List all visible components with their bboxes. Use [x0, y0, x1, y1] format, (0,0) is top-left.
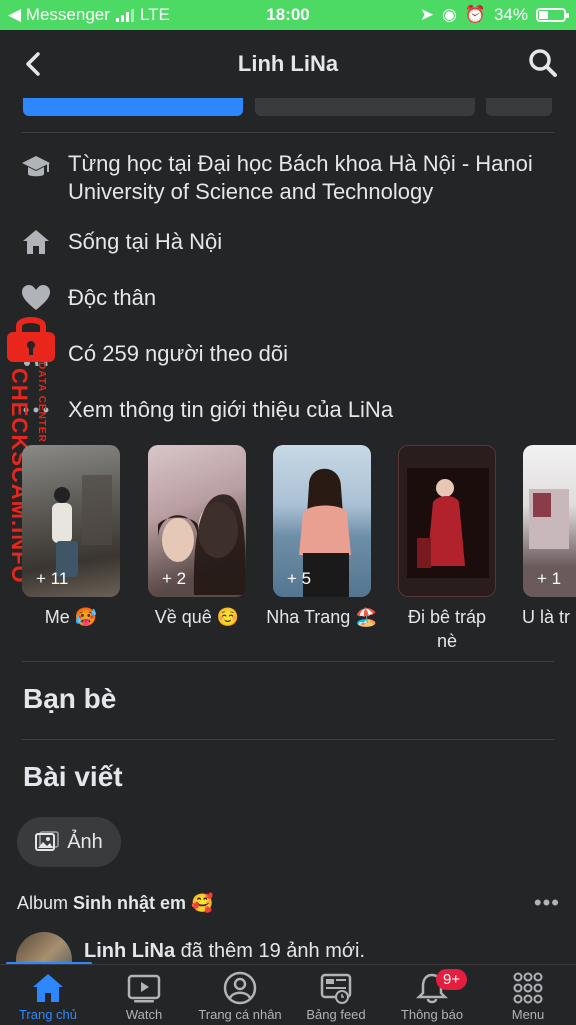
- album-more-button[interactable]: •••: [534, 890, 560, 916]
- featured-label: Đi bê tráp nè: [407, 607, 487, 651]
- watch-play-icon: [127, 974, 161, 1003]
- featured-label: Nha Trang 🏖️: [266, 607, 378, 627]
- featured-count: + 2: [162, 569, 187, 588]
- education-text: Từng học tại Đại học Bách khoa Hà Nội - …: [68, 151, 533, 204]
- notification-badge: 9+: [436, 969, 468, 990]
- divider: [22, 661, 554, 662]
- search-icon[interactable]: [528, 48, 558, 78]
- featured-count: + 1: [537, 569, 562, 588]
- home-icon: [33, 974, 63, 1002]
- album-title[interactable]: Album Sinh nhật em 🥰: [17, 893, 213, 914]
- graduation-cap-icon: [22, 156, 50, 177]
- page-title: Linh LiNa: [237, 51, 339, 76]
- post-header: Linh LiNa đã thêm 19 ảnh mới.: [84, 940, 365, 963]
- tab-label: Menu: [511, 1007, 545, 1022]
- status-bar: ◀ Messenger LTE 18:00 ➤ ◉ ⏰ 34%: [0, 0, 576, 30]
- tab-menu[interactable]: Menu: [480, 965, 576, 1025]
- add-story-button[interactable]: [23, 98, 243, 116]
- relationship-text: Độc thân: [68, 285, 157, 310]
- featured-label: U là tr: [522, 607, 571, 627]
- bottom-tab-bar: Trang chủ Watch Trang cá nhân Bảng feed …: [0, 964, 576, 1025]
- tab-watch[interactable]: Watch: [96, 965, 192, 1025]
- album-prefix: Album: [17, 893, 69, 913]
- profile-icon: [223, 971, 257, 1005]
- tab-notifications[interactable]: 9+ Thông báo: [384, 965, 480, 1025]
- photos-button-label: Ảnh: [67, 830, 103, 853]
- watermark-subtext: DATA CENTER: [36, 362, 47, 443]
- rotation-lock-icon: ◉: [441, 5, 457, 24]
- featured-card[interactable]: [398, 445, 496, 597]
- status-right: ➤ ◉ ⏰ 34%: [419, 5, 569, 25]
- featured-card[interactable]: + 2: [148, 445, 246, 597]
- signal-icon: [115, 8, 134, 22]
- status-left: ◀ Messenger LTE: [8, 5, 170, 25]
- alarm-icon: ⏰: [464, 5, 486, 24]
- followers-text: Có 259 người theo dõi: [68, 341, 288, 366]
- edit-profile-button[interactable]: [255, 98, 475, 116]
- feed-icon: [320, 973, 352, 1004]
- posts-section-title: Bài viết: [23, 761, 123, 792]
- photo-icon: [35, 831, 59, 851]
- network-type: LTE: [139, 5, 170, 24]
- see-about-text: Xem thông tin giới thiệu của LiNa: [68, 397, 394, 422]
- photos-button[interactable]: Ảnh: [17, 817, 121, 867]
- featured-count: + 11: [36, 569, 69, 588]
- tab-profile[interactable]: Trang cá nhân: [192, 965, 288, 1025]
- location-text: Sống tại Hà Nội: [68, 229, 223, 254]
- featured-cover-image: [407, 468, 489, 578]
- lock-icon: [7, 317, 55, 362]
- featured-label: Về quê ☺️: [154, 607, 240, 627]
- more-options-button[interactable]: [486, 98, 552, 116]
- battery-percent: 34%: [493, 5, 528, 24]
- post-action: đã thêm 19 ảnh mới.: [180, 940, 365, 962]
- friends-section-title[interactable]: Bạn bè: [23, 683, 116, 715]
- post-author[interactable]: Linh LiNa: [84, 940, 175, 962]
- battery-icon: [536, 8, 569, 22]
- album-name: Sinh nhật em 🥰: [73, 893, 214, 913]
- avatar[interactable]: [16, 932, 72, 964]
- menu-grid-icon: [513, 972, 543, 1004]
- home-icon: [23, 230, 49, 254]
- tab-feed[interactable]: Bảng feed: [288, 965, 384, 1025]
- featured-count: + 5: [287, 569, 312, 588]
- location-icon: ➤: [419, 5, 434, 24]
- profile-header: Linh LiNa: [0, 30, 576, 98]
- tab-home[interactable]: Trang chủ: [0, 965, 96, 1025]
- back-to-app-link[interactable]: ◀ Messenger: [8, 5, 110, 25]
- profile-action-buttons: [0, 98, 576, 116]
- featured-card[interactable]: + 11: [22, 445, 120, 597]
- featured-card[interactable]: + 1: [523, 445, 576, 597]
- featured-collections: + 11 + 2 + 5 + 1 Me 🥵 Về quê ☺️ Nha Tran…: [0, 445, 576, 655]
- divider: [22, 132, 554, 133]
- divider: [22, 739, 554, 740]
- featured-card[interactable]: + 5: [273, 445, 371, 597]
- post-item[interactable]: Linh LiNa đã thêm 19 ảnh mới.: [0, 928, 576, 964]
- featured-label: Me 🥵: [44, 607, 98, 627]
